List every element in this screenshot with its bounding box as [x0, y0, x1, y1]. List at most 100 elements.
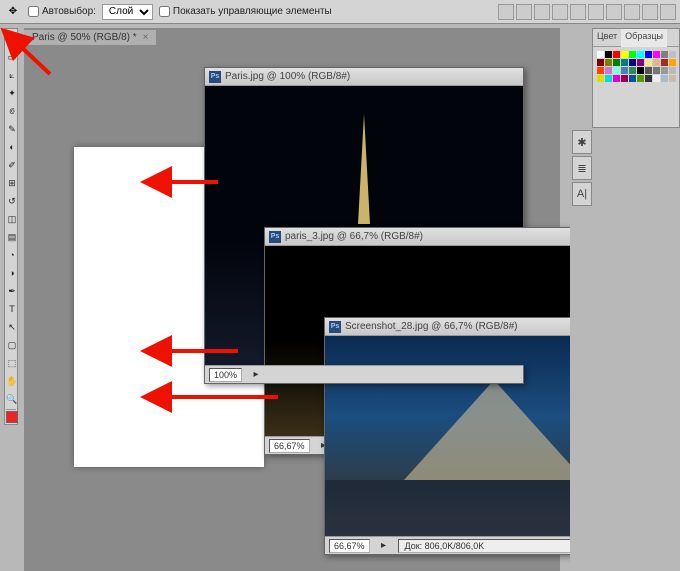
swatch[interactable]: [653, 59, 660, 66]
swatch[interactable]: [597, 67, 604, 74]
eyedropper-tool[interactable]: ✎: [6, 120, 18, 138]
align-bottom-button[interactable]: [588, 4, 604, 20]
show-controls-checkbox[interactable]: Показать управляющие элементы: [159, 6, 332, 17]
swatch[interactable]: [605, 67, 612, 74]
tab-color[interactable]: Цвет: [593, 29, 621, 46]
swatch[interactable]: [621, 67, 628, 74]
align-center-v-button[interactable]: [570, 4, 586, 20]
swatch[interactable]: [645, 75, 652, 82]
autoselect-checkbox[interactable]: Автовыбор:: [28, 6, 96, 17]
align-center-h-button[interactable]: [516, 4, 532, 20]
swatch[interactable]: [597, 59, 604, 66]
swatch[interactable]: [645, 51, 652, 58]
ps-icon: Ps: [269, 231, 281, 243]
window-titlebar[interactable]: Ps Paris.jpg @ 100% (RGB/8#): [205, 68, 523, 86]
swatch[interactable]: [621, 75, 628, 82]
close-icon[interactable]: ×: [143, 32, 149, 43]
blur-tool[interactable]: ◔: [6, 246, 18, 264]
window-title: Paris.jpg @ 100% (RGB/8#): [225, 71, 519, 82]
swatch[interactable]: [637, 51, 644, 58]
zoom-field[interactable]: 100%: [209, 368, 242, 382]
align-right-button[interactable]: [534, 4, 550, 20]
swatch[interactable]: [661, 75, 668, 82]
pen-tool[interactable]: ✒: [6, 282, 18, 300]
swatch[interactable]: [653, 67, 660, 74]
document-tab-bar: Paris @ 50% (RGB/8) * ×: [24, 28, 560, 47]
foreground-color[interactable]: [6, 411, 18, 423]
move-icon: ✥: [4, 3, 22, 21]
eraser-tool[interactable]: ◫: [6, 210, 18, 228]
marquee-tool[interactable]: ▭: [6, 48, 18, 66]
swatch[interactable]: [645, 67, 652, 74]
swatch[interactable]: [613, 75, 620, 82]
history-icon[interactable]: ≣: [572, 156, 592, 180]
swatch[interactable]: [653, 75, 660, 82]
distribute-v-button[interactable]: [624, 4, 640, 20]
swatch[interactable]: [605, 75, 612, 82]
swatch[interactable]: [637, 67, 644, 74]
swatch[interactable]: [629, 67, 636, 74]
swatch[interactable]: [597, 75, 604, 82]
history-brush-tool[interactable]: ↺: [6, 192, 18, 210]
swatch[interactable]: [621, 59, 628, 66]
swatch[interactable]: [669, 59, 676, 66]
swatch[interactable]: [661, 59, 668, 66]
align-top-button[interactable]: [552, 4, 568, 20]
auto-align-button[interactable]: [660, 4, 676, 20]
zoom-tool[interactable]: 🔍: [6, 390, 18, 408]
swatch[interactable]: [629, 51, 636, 58]
move-tool[interactable]: ✥: [6, 30, 18, 48]
swatch[interactable]: [661, 51, 668, 58]
swatch[interactable]: [613, 59, 620, 66]
collapsed-panel-stack: ✱≣A|: [570, 128, 594, 208]
canvas-area: Ps Paris.jpg @ 100% (RGB/8#) Ps paris_3.…: [24, 47, 560, 571]
swatch[interactable]: [637, 59, 644, 66]
crop-tool[interactable]: ⟃: [6, 102, 18, 120]
swatch[interactable]: [613, 67, 620, 74]
type-tool[interactable]: T: [6, 300, 18, 318]
align-left-button[interactable]: [498, 4, 514, 20]
document-tab[interactable]: Paris @ 50% (RGB/8) * ×: [24, 30, 157, 45]
swatch[interactable]: [669, 51, 676, 58]
swatch[interactable]: [605, 51, 612, 58]
window-titlebar[interactable]: Ps paris_3.jpg @ 66,7% (RGB/8#): [265, 228, 583, 246]
stamp-tool[interactable]: ⊞: [6, 174, 18, 192]
dodge-tool[interactable]: ◑: [6, 264, 18, 282]
brush-tool[interactable]: ✐: [6, 156, 18, 174]
swatch[interactable]: [605, 59, 612, 66]
navigator-icon[interactable]: ✱: [572, 130, 592, 154]
swatch[interactable]: [653, 51, 660, 58]
autoselect-label: Автовыбор:: [42, 6, 96, 17]
swatch[interactable]: [645, 59, 652, 66]
swatch[interactable]: [629, 59, 636, 66]
zoom-field[interactable]: 66,67%: [269, 439, 310, 453]
path-tool[interactable]: ↖: [6, 318, 18, 336]
swatch[interactable]: [669, 67, 676, 74]
zoom-field[interactable]: 66,67%: [329, 539, 370, 553]
lasso-tool[interactable]: ⟀: [6, 66, 18, 84]
character-icon[interactable]: A|: [572, 182, 592, 206]
swatch[interactable]: [661, 67, 668, 74]
wand-tool[interactable]: ✦: [6, 84, 18, 102]
swatch[interactable]: [637, 75, 644, 82]
3d-tool[interactable]: ⬚: [6, 354, 18, 372]
gradient-tool[interactable]: ▤: [6, 228, 18, 246]
layer-select[interactable]: Слой: [102, 4, 153, 20]
status-menu-icon[interactable]: ▸: [378, 540, 390, 551]
distribute-h-button[interactable]: [606, 4, 622, 20]
ps-icon: Ps: [329, 321, 341, 333]
healing-tool[interactable]: ◐: [6, 138, 18, 156]
distribute-spacing-button[interactable]: [642, 4, 658, 20]
swatch[interactable]: [597, 51, 604, 58]
swatch-grid: [593, 47, 679, 86]
swatch[interactable]: [669, 75, 676, 82]
options-bar: ✥ Автовыбор: Слой Показать управляющие э…: [0, 0, 680, 24]
tab-swatches[interactable]: Образцы: [621, 29, 667, 47]
shape-tool[interactable]: ▢: [6, 336, 18, 354]
swatch[interactable]: [629, 75, 636, 82]
swatch[interactable]: [621, 51, 628, 58]
ps-icon: Ps: [209, 71, 221, 83]
status-menu-icon[interactable]: ▸: [250, 369, 262, 380]
hand-tool[interactable]: ✋: [6, 372, 18, 390]
swatch[interactable]: [613, 51, 620, 58]
